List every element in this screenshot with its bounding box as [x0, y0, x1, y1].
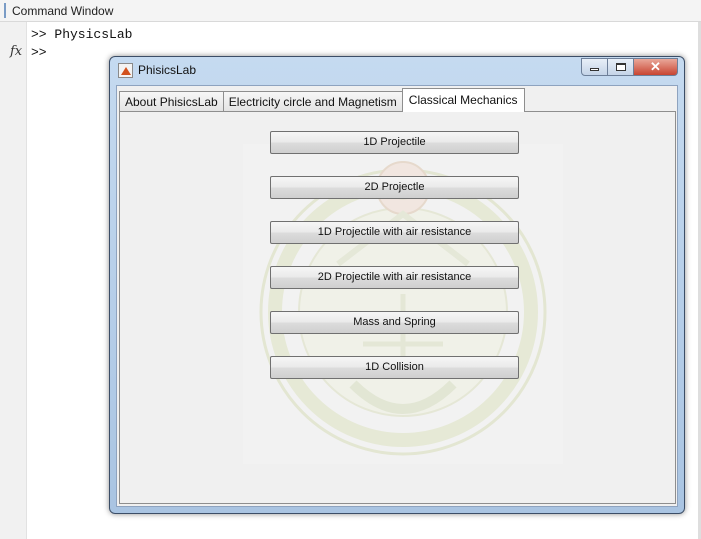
tab-electricity-magnetism[interactable]: Electricity circle and Magnetism	[222, 91, 403, 112]
minimize-button[interactable]	[581, 58, 608, 76]
1d-projectile-button[interactable]: 1D Projectile	[270, 131, 519, 154]
window-title: PhisicsLab	[138, 63, 197, 77]
command-line-1: >> PhysicsLab	[31, 27, 133, 42]
physicslab-window: PhisicsLab ✕ About PhisicsLab Electricit…	[109, 56, 685, 514]
2d-projectile-button[interactable]: 2D Projectle	[270, 176, 519, 199]
tab-strip: About PhisicsLab Electricity circle and …	[119, 88, 525, 112]
close-button[interactable]: ✕	[634, 58, 678, 76]
classical-mechanics-panel: 1D Projectile 2D Projectle 1D Projectile…	[119, 111, 676, 504]
fx-icon[interactable]: fx	[10, 44, 22, 59]
minimize-icon	[590, 68, 599, 71]
maximize-button[interactable]	[608, 58, 634, 76]
tab-about-phisicslab[interactable]: About PhisicsLab	[119, 91, 224, 112]
window-controls: ✕	[581, 58, 678, 76]
matlab-logo-icon	[118, 63, 133, 78]
1d-collision-button[interactable]: 1D Collision	[270, 356, 519, 379]
window-client-area: About PhisicsLab Electricity circle and …	[116, 85, 678, 507]
maximize-icon	[615, 63, 626, 71]
mass-and-spring-button[interactable]: Mass and Spring	[270, 311, 519, 334]
close-icon: ✕	[650, 59, 661, 74]
1d-projectile-air-resistance-button[interactable]: 1D Projectile with air resistance	[270, 221, 519, 244]
2d-projectile-air-resistance-button[interactable]: 2D Projectile with air resistance	[270, 266, 519, 289]
command-prompt[interactable]: >>	[31, 45, 47, 60]
command-window-gutter	[0, 22, 27, 539]
command-window-title: Command Window	[0, 0, 701, 22]
tab-classical-mechanics[interactable]: Classical Mechanics	[401, 88, 525, 112]
